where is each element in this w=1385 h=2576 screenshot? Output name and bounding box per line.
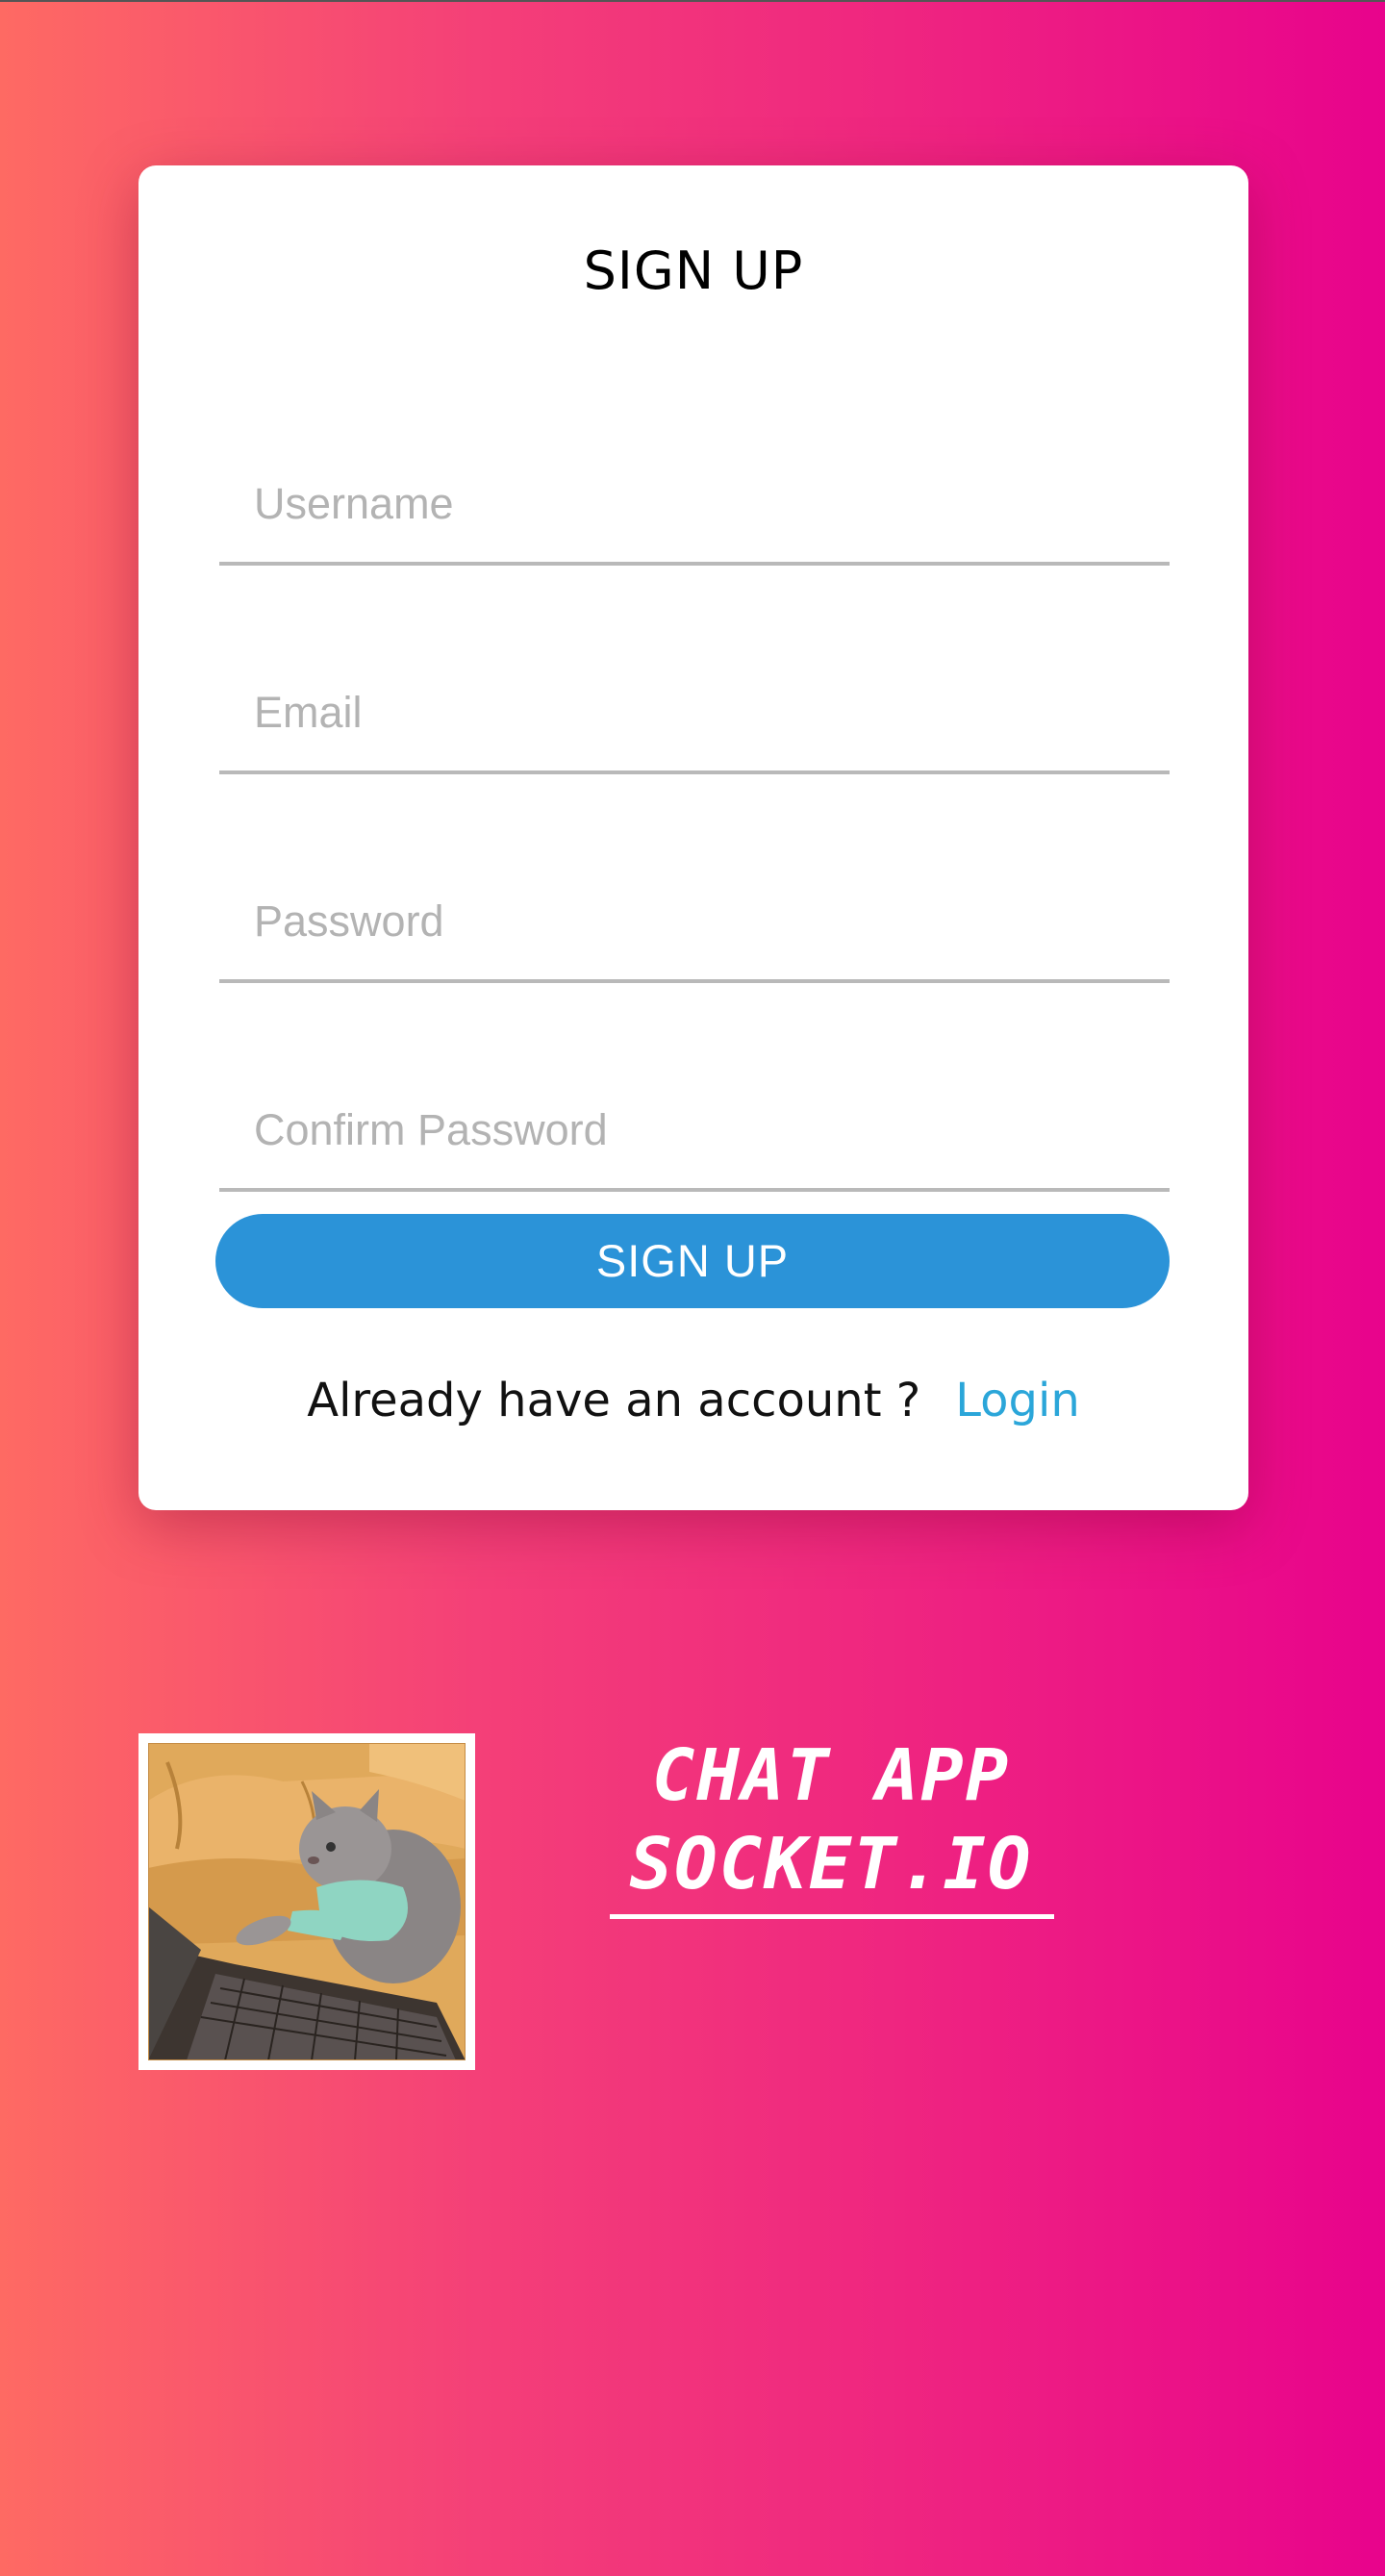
login-link[interactable]: Login — [955, 1374, 1080, 1427]
brand-title-line2: SOCKET.IO — [629, 1823, 1033, 1906]
email-input[interactable] — [219, 655, 1170, 770]
brand-underline — [610, 1914, 1054, 1919]
brand-title-line1: CHAT APP — [651, 1734, 1011, 1817]
email-field-wrapper — [219, 655, 1170, 774]
top-edge-line — [0, 0, 1385, 2]
login-prompt-row: Already have an account ? Login — [138, 1374, 1248, 1427]
signup-card: SIGN UP SIGN UP Already have an account … — [138, 165, 1248, 1510]
cat-photo-frame — [138, 1733, 475, 2070]
confirm-password-input[interactable] — [219, 1073, 1170, 1188]
username-field-wrapper — [219, 446, 1170, 566]
signup-button[interactable]: SIGN UP — [215, 1214, 1170, 1308]
cat-typing-on-laptop-image — [148, 1743, 466, 2060]
form-title: SIGN UP — [583, 240, 804, 301]
app-brand: CHAT APP SOCKET.IO — [610, 1731, 1054, 1919]
username-input[interactable] — [219, 446, 1170, 562]
account-prompt-text: Already have an account ? — [307, 1374, 921, 1427]
password-field-wrapper — [219, 864, 1170, 983]
password-input[interactable] — [219, 864, 1170, 979]
confirm-password-field-wrapper — [219, 1073, 1170, 1192]
